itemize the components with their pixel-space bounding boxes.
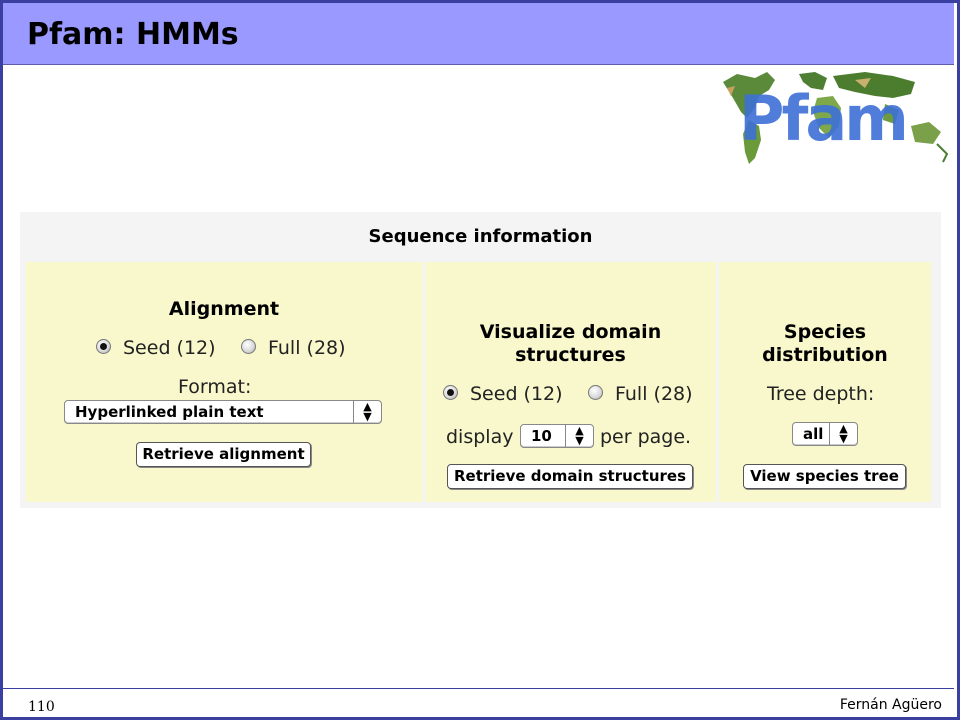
- select-arrows-icon: ▲ ▼: [565, 425, 593, 447]
- retrieve-alignment-button[interactable]: Retrieve alignment: [136, 442, 311, 467]
- select-arrows-icon: ▲ ▼: [353, 401, 381, 423]
- retrieve-domain-structures-button[interactable]: Retrieve domain structures: [447, 464, 693, 489]
- display-count-select[interactable]: 10 ▲ ▼: [520, 424, 594, 448]
- alignment-seed-label: Seed (12): [123, 337, 216, 359]
- display-label: display: [446, 426, 514, 448]
- page-number: 110: [28, 699, 55, 715]
- alignment-full-label: Full (28): [268, 337, 346, 359]
- sequence-info-panel: Sequence information Alignment Seed (12)…: [20, 212, 941, 508]
- alignment-full-radio[interactable]: [241, 339, 256, 354]
- domains-full-label: Full (28): [615, 383, 693, 405]
- panel-title: Sequence information: [368, 226, 593, 247]
- domain-structures-cell: Visualize domain structures Seed (12) Fu…: [425, 262, 716, 502]
- domains-seed-label: Seed (12): [470, 383, 563, 405]
- tree-depth-select[interactable]: all ▲ ▼: [792, 422, 858, 446]
- tree-depth-value: all: [803, 425, 824, 443]
- footer-divider: [3, 688, 954, 689]
- alignment-cell: Alignment Seed (12) Full (28) Format: Hy…: [26, 262, 422, 502]
- species-heading-line2: distribution: [762, 344, 888, 366]
- display-count-value: 10: [531, 427, 552, 445]
- domains-seed-radio[interactable]: [443, 385, 458, 400]
- select-arrows-icon: ▲ ▼: [829, 423, 857, 445]
- format-select-value: Hyperlinked plain text: [75, 403, 264, 421]
- domains-heading-line1: Visualize domain: [479, 321, 662, 343]
- view-species-tree-button[interactable]: View species tree: [743, 464, 906, 489]
- format-select[interactable]: Hyperlinked plain text ▲ ▼: [64, 400, 382, 424]
- author-name: Fernán Agüero: [839, 697, 942, 713]
- format-label: Format:: [178, 376, 252, 398]
- domains-heading-line2: structures: [515, 344, 626, 366]
- tree-depth-label: Tree depth:: [767, 383, 875, 405]
- alignment-seed-radio[interactable]: [96, 339, 111, 354]
- alignment-heading: Alignment: [168, 298, 280, 320]
- pfam-logo: Pfam: [723, 72, 949, 164]
- species-heading-line1: Species: [783, 321, 867, 343]
- species-distribution-cell: Species distribution Tree depth: all ▲ ▼ …: [719, 262, 931, 502]
- per-page-label: per page.: [600, 426, 692, 448]
- domains-full-radio[interactable]: [588, 385, 603, 400]
- title-bar: Pfam: HMMs: [3, 3, 954, 65]
- logo-wordmark: Pfam: [739, 82, 906, 155]
- slide-title: Pfam: HMMs: [27, 17, 239, 52]
